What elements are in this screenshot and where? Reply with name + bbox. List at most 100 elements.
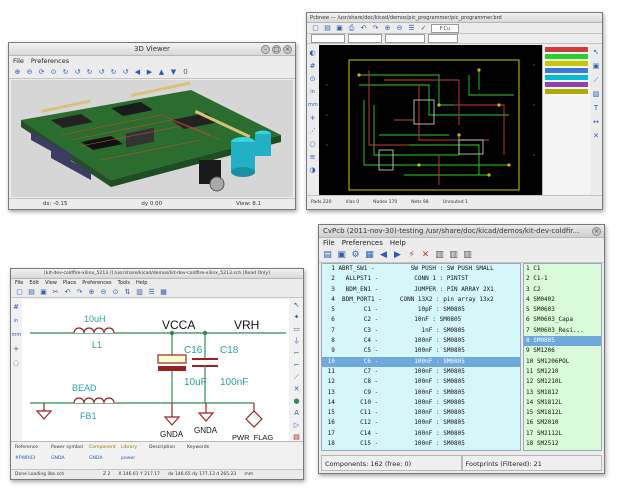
cursor-icon[interactable]: +: [308, 114, 317, 123]
zoom-fit-icon[interactable]: ⊙: [49, 68, 58, 77]
filter-library-icon[interactable]: ▥: [463, 251, 472, 260]
component-row[interactable]: 13 C9 - 100nF : SM0805: [322, 388, 520, 398]
menu-place[interactable]: Place: [63, 279, 76, 288]
grid-toggle-icon[interactable]: #: [12, 303, 21, 312]
pan-left-icon[interactable]: ◀: [133, 68, 142, 77]
footprint-row[interactable]: 17 SM2112L: [524, 429, 601, 439]
pcbnew-icon[interactable]: ▦: [159, 288, 168, 297]
component-list[interactable]: 1 ABRT_SW1 - SW PUSH : SW PUSH SMALL 2 A…: [321, 263, 521, 451]
open-icon[interactable]: ▤: [27, 288, 36, 297]
zoom-in-icon[interactable]: ⊕: [383, 24, 392, 33]
footprint-row[interactable]: 1 C1: [524, 264, 601, 274]
pan-down-icon[interactable]: ▼: [169, 68, 178, 77]
pan-right-icon[interactable]: ▶: [145, 68, 154, 77]
redo-icon[interactable]: ↷: [75, 288, 84, 297]
entry-icon[interactable]: ⟋: [292, 373, 301, 382]
filter-pincount-icon[interactable]: ▥: [449, 251, 458, 260]
component-row[interactable]: 5 C1 - 10pF : SM0805: [322, 305, 520, 315]
footprint-row[interactable]: 4 SM0402: [524, 295, 601, 305]
layer-select-icon[interactable]: F.Cu: [431, 23, 459, 33]
menu-preferences[interactable]: Preferences: [82, 279, 111, 288]
component-row[interactable]: 1 ABRT_SW1 - SW PUSH : SW PUSH SMALL: [322, 264, 520, 274]
undo-icon[interactable]: ↶: [63, 288, 72, 297]
select-icon[interactable]: ↖: [292, 301, 301, 310]
close-button[interactable]: ×: [283, 45, 292, 54]
eeschema-canvas[interactable]: 10uH L1 VCCA VRH C16 10uF C18 100nF BEAD…: [22, 299, 289, 441]
footprint-row[interactable]: 7 SM0603_Resi...: [524, 326, 601, 336]
menu-file[interactable]: File: [323, 238, 335, 249]
component-row[interactable]: 12 C8 - 100nF : SM0805: [322, 377, 520, 387]
menu-preferences[interactable]: Preferences: [31, 56, 69, 67]
footprint-row[interactable]: 11 SM1210: [524, 367, 601, 377]
zoom-out-icon[interactable]: ⊖: [25, 68, 34, 77]
drc-icon[interactable]: ✓: [419, 24, 428, 33]
save-icon[interactable]: ▣: [335, 24, 344, 33]
zoom-fit-icon[interactable]: ⊙: [111, 288, 120, 297]
component-row[interactable]: 18 C15 - 100nF : SM0805: [322, 439, 520, 449]
units-mm-icon[interactable]: mm: [12, 331, 22, 340]
footprint-row[interactable]: 6 SM0603_Capa: [524, 315, 601, 325]
pan-up-icon[interactable]: ▲: [157, 68, 166, 77]
rotate-y-neg-icon[interactable]: ↺: [97, 68, 106, 77]
auto-associate-icon[interactable]: ⚡: [407, 251, 416, 260]
ratsnest-icon[interactable]: ⋰: [308, 127, 317, 136]
maximize-button[interactable]: □: [272, 45, 281, 54]
menu-tools[interactable]: Tools: [118, 279, 130, 288]
cut-icon[interactable]: ✂: [51, 288, 60, 297]
power-icon[interactable]: ⏚: [292, 337, 301, 346]
pad-sketch-icon[interactable]: ○: [308, 140, 317, 149]
grid-select[interactable]: [385, 34, 425, 43]
label-icon[interactable]: A: [292, 409, 301, 418]
units-in-icon[interactable]: in: [12, 317, 21, 326]
menu-file[interactable]: File: [15, 279, 23, 288]
footprint-row[interactable]: 12 SM1210L: [524, 377, 601, 387]
footprint-list[interactable]: 1 C1 2 C1-1 3 C2 4 SM0402 5 SM0603 6 SM0603_C…: [523, 263, 602, 451]
layer-swatch-inner2[interactable]: [545, 68, 588, 73]
footprint-row[interactable]: 2 C1-1: [524, 274, 601, 284]
component-row[interactable]: 11 C7 - 100nF : SM0805: [322, 367, 520, 377]
zoom-refresh-icon[interactable]: ⟳: [37, 68, 46, 77]
zoom-out-icon[interactable]: ⊖: [99, 288, 108, 297]
footprint-row[interactable]: 13 SM1812: [524, 388, 601, 398]
component-row[interactable]: 17 C14 - 100nF : SM0805: [322, 429, 520, 439]
wire-icon[interactable]: ⌐: [292, 349, 301, 358]
redo-icon[interactable]: ↷: [371, 24, 380, 33]
layer-swatch-edge[interactable]: [545, 89, 588, 94]
rotate-x-neg-icon[interactable]: ↺: [73, 68, 82, 77]
bus-icon[interactable]: ⌐: [292, 361, 301, 370]
zoom-out-icon[interactable]: ⊖: [395, 24, 404, 33]
config-icon[interactable]: ⚙: [351, 251, 360, 260]
glabel-icon[interactable]: ▷: [292, 421, 301, 430]
component-row[interactable]: 6 C2 - 10nF : SM0805: [322, 315, 520, 325]
footprint-row[interactable]: 9 SM1206: [524, 346, 601, 356]
component-row[interactable]: 4 BDM_PORT1 - CONN 13X2 : pin array 13x2: [322, 295, 520, 305]
track-sketch-icon[interactable]: ≡: [308, 153, 317, 162]
component-row[interactable]: 7 C3 - 1nF : SM0805: [322, 326, 520, 336]
zoom-in-icon[interactable]: ⊕: [13, 68, 22, 77]
component-row[interactable]: 9 C5 - 100nF : SM0805: [322, 346, 520, 356]
pcbnew-layer-manager[interactable]: [542, 45, 590, 195]
select-icon[interactable]: ↖: [592, 48, 601, 57]
new-icon[interactable]: ▢: [15, 288, 24, 297]
viewer3d-canvas[interactable]: [11, 80, 293, 197]
footprint-row[interactable]: 10 SM1206POL: [524, 357, 601, 367]
highlight-icon[interactable]: ✦: [292, 313, 301, 322]
junction-icon[interactable]: ●: [292, 397, 301, 406]
libedit-icon[interactable]: ▥: [135, 288, 144, 297]
delete-icon[interactable]: ✕: [592, 132, 601, 141]
minimize-button[interactable]: –: [261, 45, 270, 54]
polar-icon[interactable]: ⊙: [308, 75, 317, 84]
filter-keyword-icon[interactable]: ▥: [435, 251, 444, 260]
layer-swatch-inner1[interactable]: [545, 61, 588, 66]
component-row[interactable]: 16 C12 - 100nF : SM0805: [322, 418, 520, 428]
menu-help[interactable]: Help: [390, 238, 406, 249]
layer-swatch-mask[interactable]: [545, 82, 588, 87]
footprint-row[interactable]: 19 SMD403: [524, 449, 601, 450]
delete-all-icon[interactable]: ✕: [421, 251, 430, 260]
zone-icon[interactable]: ▨: [592, 90, 601, 99]
layer-swatch-back[interactable]: [545, 54, 588, 59]
menu-file[interactable]: File: [13, 56, 24, 67]
menu-help[interactable]: Help: [136, 279, 147, 288]
footprint-row[interactable]: 5 SM0603: [524, 305, 601, 315]
component-row[interactable]: 3 BDM_EN1 - JUMPER : PIN ARRAY 2X1: [322, 285, 520, 295]
